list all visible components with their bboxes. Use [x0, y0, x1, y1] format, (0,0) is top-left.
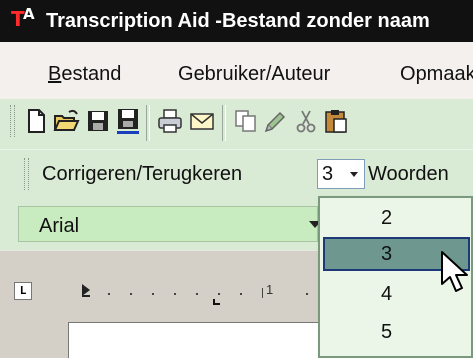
app-window: T A Transcription Aid -Bestand zonder na…	[0, 0, 473, 358]
dropdown-option[interactable]: 2	[323, 201, 470, 235]
toolbar-grip[interactable]	[10, 105, 15, 137]
mouse-pointer-icon	[440, 250, 470, 294]
menu-opmaak[interactable]: Opmaak	[400, 63, 473, 86]
title-bar[interactable]: T A Transcription Aid -Bestand zonder na…	[0, 0, 473, 42]
app-logo-icon[interactable]: T A	[10, 6, 40, 36]
save-icon[interactable]	[84, 107, 112, 135]
open-folder-icon[interactable]	[52, 107, 80, 135]
toolbar-grip[interactable]	[24, 158, 29, 190]
paste-icon[interactable]	[322, 107, 350, 135]
font-name-select[interactable]: Arial	[18, 206, 321, 242]
correction-steps-value: 3	[322, 163, 334, 185]
menu-bestand[interactable]: Bestand	[48, 63, 121, 86]
tab-stop-selector[interactable]: L	[14, 282, 32, 300]
chevron-down-icon[interactable]	[350, 172, 358, 177]
words-label: Woorden	[368, 163, 449, 185]
standard-toolbar	[0, 99, 473, 149]
email-icon[interactable]	[188, 107, 216, 135]
format-painter-icon[interactable]	[262, 107, 290, 135]
save-all-icon[interactable]	[114, 107, 142, 135]
font-name-value: Arial	[39, 215, 80, 237]
menu-gebruiker-auteur[interactable]: Gebruiker/Auteur	[178, 63, 330, 86]
menu-bar: Bestand Gebruiker/Auteur Opmaak	[0, 50, 473, 94]
new-document-icon[interactable]	[22, 107, 50, 135]
window-title: Transcription Aid -Bestand zonder naam	[46, 9, 430, 32]
option-label: 4	[381, 283, 393, 305]
toolbar-separator	[222, 105, 226, 141]
toolbar-separator	[146, 105, 150, 141]
option-label: 3	[381, 243, 393, 265]
ruler-mark-label: 1	[266, 282, 274, 297]
option-label: 2	[381, 207, 393, 229]
correction-toolbar: Corrigeren/Terugkeren 3 Woorden	[0, 149, 473, 198]
cut-icon[interactable]	[292, 107, 320, 135]
logo-letter-a: A	[23, 5, 35, 23]
correction-label: Corrigeren/Terugkeren	[42, 163, 243, 185]
print-icon[interactable]	[156, 107, 184, 135]
copy-icon[interactable]	[232, 107, 260, 135]
correction-steps-select[interactable]: 3	[317, 159, 365, 189]
option-label: 5	[381, 321, 393, 343]
dropdown-option[interactable]: 5	[323, 315, 470, 349]
